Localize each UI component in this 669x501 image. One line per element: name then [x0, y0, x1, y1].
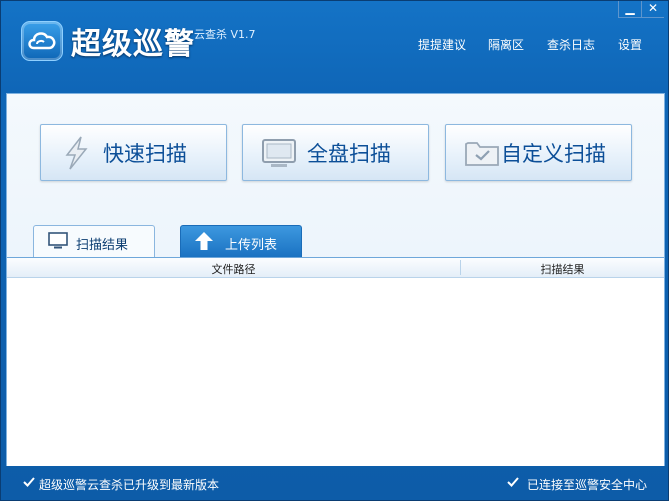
custom-scan-label: 自定义扫描 [501, 142, 606, 166]
main-panel: 快速扫描 全盘扫描 自定义扫描 扫描结果 上传列表 文件路径 扫描结果 [6, 93, 665, 466]
status-connection-text: 已连接至巡警安全中心 [527, 478, 648, 492]
folder-check-icon [465, 142, 499, 166]
quick-scan-label: 快速扫描 [103, 142, 187, 166]
full-scan-button[interactable]: 全盘扫描 [242, 124, 429, 181]
column-header-file-path[interactable]: 文件路径 [7, 261, 460, 277]
app-window: ▁ ✕ 超级巡警 云查杀 V1.7 提提建议 隔离区 查杀日志 设置 快速扫描 … [0, 0, 669, 501]
lightning-icon [65, 136, 88, 170]
tab-upload-list-label: 上传列表 [225, 238, 278, 253]
status-update-text: 超级巡警云查杀已升级到最新版本 [39, 478, 220, 492]
settings-link[interactable]: 设置 [618, 36, 642, 53]
custom-scan-button[interactable]: 自定义扫描 [445, 124, 632, 181]
column-header-scan-result[interactable]: 扫描结果 [461, 261, 664, 277]
check-icon [23, 477, 35, 487]
tab-upload-list[interactable]: 上传列表 [180, 225, 302, 257]
quarantine-link[interactable]: 隔离区 [488, 36, 524, 53]
table-header: 文件路径 扫描结果 [7, 258, 664, 278]
check-icon [507, 477, 519, 487]
scan-log-link[interactable]: 查杀日志 [547, 36, 595, 53]
app-version: 云查杀 V1.7 [194, 28, 256, 41]
full-scan-label: 全盘扫描 [307, 142, 391, 166]
status-bar: 超级巡警云查杀已升级到最新版本 已连接至巡警安全中心 [1, 469, 668, 499]
tab-scan-results[interactable]: 扫描结果 [33, 225, 155, 257]
upload-arrow-icon [195, 232, 213, 250]
quick-scan-button[interactable]: 快速扫描 [40, 124, 227, 181]
close-button[interactable]: ✕ [641, 1, 664, 18]
minimize-button[interactable]: ▁ [618, 1, 641, 18]
cloud-logo-icon [21, 21, 63, 61]
results-table: 文件路径 扫描结果 [7, 257, 664, 466]
monitor-icon [48, 232, 68, 249]
app-title: 超级巡警 [71, 27, 195, 62]
feedback-link[interactable]: 提提建议 [418, 36, 466, 53]
tab-scan-results-label: 扫描结果 [76, 238, 129, 253]
monitor-icon [262, 139, 296, 167]
